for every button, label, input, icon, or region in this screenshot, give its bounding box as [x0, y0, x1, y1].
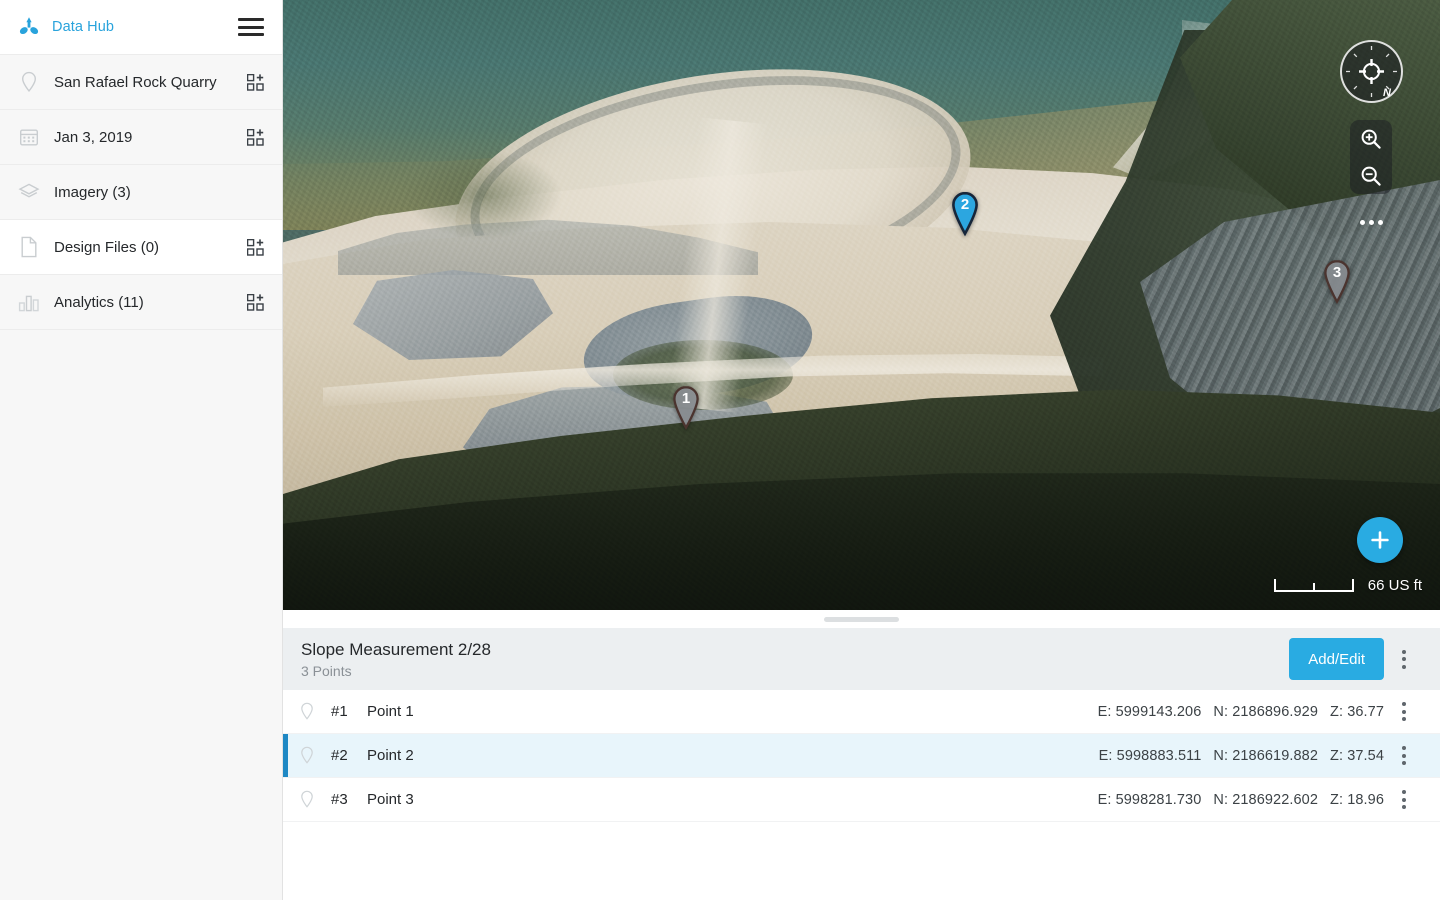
zoom-in-icon[interactable] [1350, 120, 1392, 157]
point-index: #3 [331, 791, 348, 808]
selected-indicator [283, 734, 288, 777]
sidebar-item-design-files[interactable]: Design Files (0) [0, 220, 282, 275]
panel-title: Slope Measurement 2/28 [301, 639, 491, 659]
scale-bar: 66 US ft [1273, 577, 1422, 594]
map-marker-1[interactable]: 1 [668, 384, 704, 432]
sidebar-item-label: San Rafael Rock Quarry [54, 73, 217, 91]
sidebar-item-label: Imagery (3) [54, 183, 131, 201]
map-marker-3[interactable]: 3 [1319, 258, 1355, 306]
point-row-1[interactable]: #1 Point 1 E: 5999143.206 N: 2186896.929 Z… [283, 690, 1440, 734]
measurement-panel: Slope Measurement 2/28 3 Points Add/Edit… [283, 610, 1440, 900]
more-horizontal-icon[interactable] [1350, 205, 1392, 239]
point-name: Point 1 [367, 703, 414, 720]
map-pin-icon [283, 790, 331, 809]
point-elevation: Z: 18.96 [1330, 791, 1384, 808]
row-kebab-menu-icon[interactable] [1390, 780, 1418, 820]
brand-title: Data Hub [52, 19, 115, 35]
point-row-2[interactable]: #2 Point 2 E: 5998883.511 N: 2186619.882 Z… [283, 734, 1440, 778]
compass-icon[interactable]: N [1340, 40, 1403, 103]
zoom-controls [1350, 120, 1392, 194]
aerial-orthomosaic-image [283, 0, 1440, 610]
grid-add-icon[interactable] [246, 73, 264, 91]
add-measurement-button[interactable] [1357, 517, 1403, 563]
sidebar: Data Hub San Rafael Rock Quarry Jan 3, 2… [0, 0, 283, 900]
point-coordinates: E: 5998281.730 N: 2186922.602 Z: 18.96 [1098, 792, 1384, 808]
point-easting: E: 5998883.511 [1098, 747, 1202, 764]
point-index: #1 [331, 703, 348, 720]
sidebar-item-label: Jan 3, 2019 [54, 128, 133, 146]
panel-empty-area [283, 822, 1440, 884]
point-elevation: Z: 37.54 [1330, 747, 1384, 764]
panel-title-block: Slope Measurement 2/28 3 Points [301, 639, 491, 679]
point-coordinates: E: 5998883.511 N: 2186619.882 Z: 37.54 [1099, 748, 1384, 764]
row-kebab-menu-icon[interactable] [1390, 736, 1418, 776]
panel-header: Slope Measurement 2/28 3 Points Add/Edit [283, 628, 1440, 690]
add-edit-button[interactable]: Add/Edit [1289, 638, 1384, 680]
compass-north-label: N [1383, 87, 1391, 99]
sidebar-item-analytics[interactable]: Analytics (11) [0, 275, 282, 330]
point-index: #2 [331, 747, 348, 764]
map-viewport[interactable]: 1 2 3 N 66 US ft [283, 0, 1440, 610]
panel-subtitle: 3 Points [301, 663, 352, 680]
sidebar-header: Data Hub [0, 0, 282, 55]
map-pin-icon [283, 702, 331, 721]
panel-resize-handle[interactable] [283, 610, 1440, 628]
map-pin-icon [283, 746, 331, 765]
row-kebab-menu-icon[interactable] [1390, 692, 1418, 732]
zoom-out-icon[interactable] [1350, 157, 1392, 194]
sidebar-item-date[interactable]: Jan 3, 2019 [0, 110, 282, 165]
point-northing: N: 2186619.882 [1213, 747, 1318, 764]
scale-bar-label: 66 US ft [1367, 577, 1422, 594]
grid-add-icon[interactable] [246, 293, 264, 311]
sidebar-item-label: Analytics (11) [54, 293, 144, 311]
map-pin-icon [16, 69, 42, 95]
point-coordinates: E: 5999143.206 N: 2186896.929 Z: 36.77 [1098, 704, 1384, 720]
calendar-icon [16, 124, 42, 150]
point-northing: N: 2186896.929 [1213, 703, 1318, 720]
sidebar-item-site[interactable]: San Rafael Rock Quarry [0, 55, 282, 110]
map-marker-2[interactable]: 2 [947, 190, 983, 238]
plus-icon [1371, 531, 1389, 549]
point-northing: N: 2186922.602 [1213, 791, 1318, 808]
grid-add-icon[interactable] [246, 128, 264, 146]
drag-handle[interactable] [824, 616, 899, 622]
layers-icon [16, 179, 42, 205]
point-elevation: Z: 36.77 [1330, 703, 1384, 720]
document-icon [16, 234, 42, 260]
trimble-logo-icon [16, 14, 42, 40]
point-name: Point 2 [367, 747, 414, 764]
sidebar-item-imagery[interactable]: Imagery (3) [0, 165, 282, 220]
bar-chart-icon [16, 289, 42, 315]
sidebar-item-label: Design Files (0) [54, 238, 160, 256]
point-name: Point 3 [367, 791, 414, 808]
grid-add-icon[interactable] [246, 238, 264, 256]
point-easting: E: 5999143.206 [1097, 703, 1202, 720]
hamburger-menu-icon[interactable] [238, 18, 264, 36]
point-row-3[interactable]: #3 Point 3 E: 5998281.730 N: 2186922.602 Z… [283, 778, 1440, 822]
point-easting: E: 5998281.730 [1097, 791, 1202, 808]
panel-kebab-menu-icon[interactable] [1390, 639, 1418, 679]
app-root: Data Hub San Rafael Rock Quarry Jan 3, 2… [0, 0, 1440, 900]
scale-bar-line [1273, 579, 1354, 592]
